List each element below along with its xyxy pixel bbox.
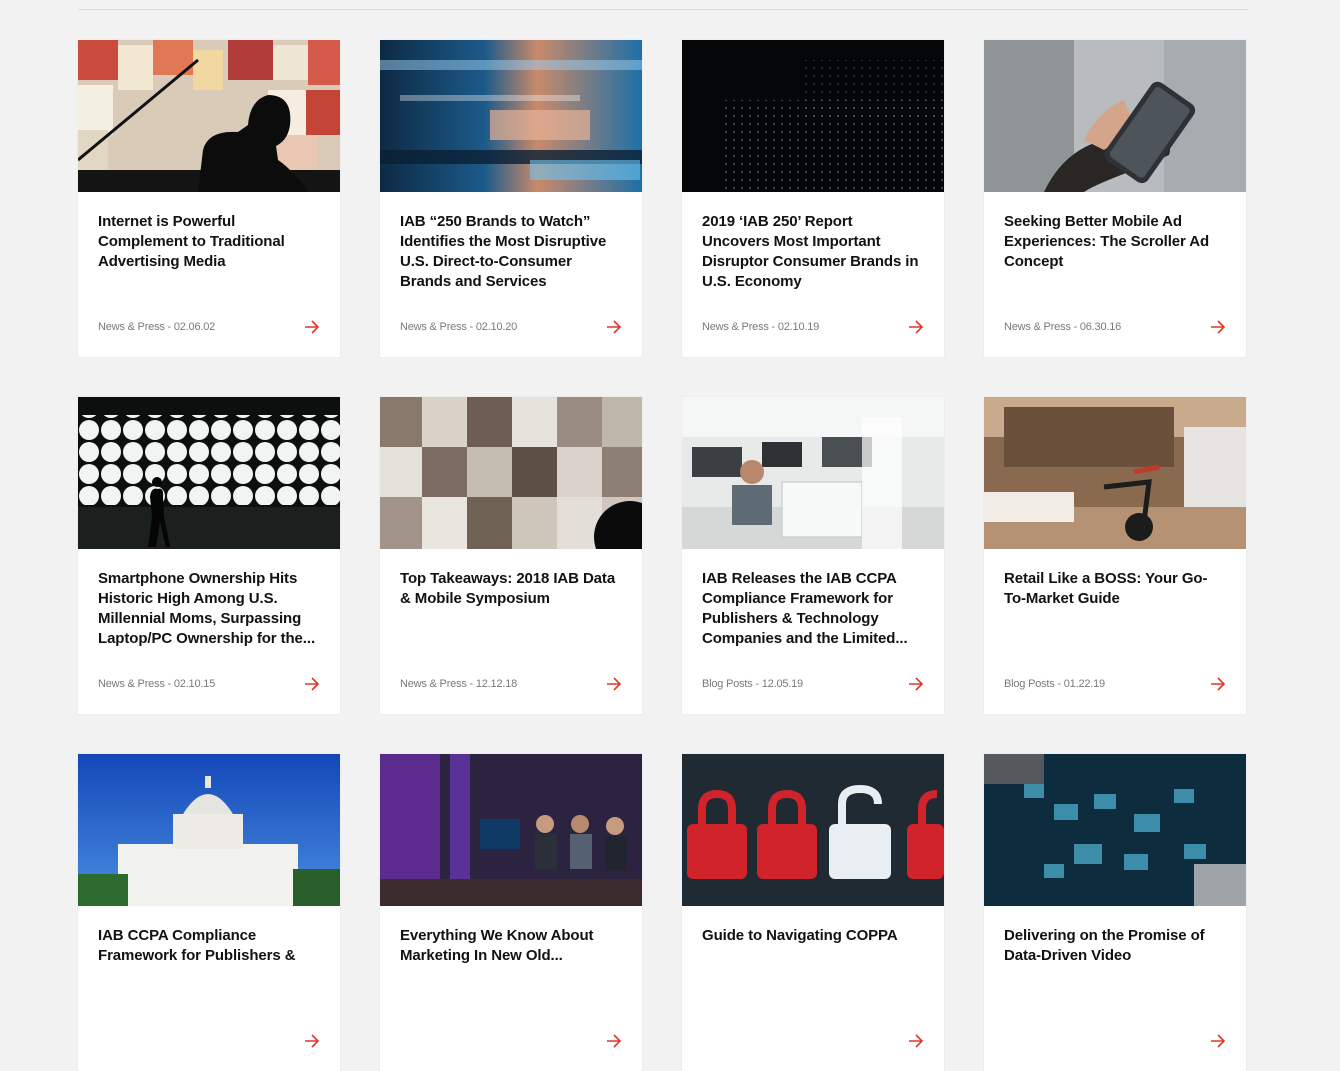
card-category-date: News & Press - 02.10.15 [98,678,216,690]
article-card[interactable]: IAB Releases the IAB CCPA Compliance Fra… [682,397,944,714]
arrow-right-icon[interactable] [908,1034,924,1048]
arrow-right-icon[interactable] [606,677,622,691]
article-card[interactable]: Smartphone Ownership Hits Historic High … [78,397,340,714]
arrow-right-icon[interactable] [304,677,320,691]
card-title[interactable]: Delivering on the Promise of Data-Driven… [984,926,1246,966]
card-category-date: News & Press - 02.06.02 [98,321,216,333]
card-meta [1004,1034,1226,1048]
padlocks-image[interactable] [682,754,944,906]
card-title[interactable]: IAB CCPA Compliance Framework for Publis… [78,926,340,966]
card-meta: News & Press - 02.06.02 [98,320,320,334]
dark-dots-image[interactable] [682,40,944,192]
card-meta: News & Press - 12.12.18 [400,677,622,691]
card-meta: News & Press - 02.10.15 [98,677,320,691]
card-meta: News & Press - 06.30.16 [1004,320,1226,334]
card-title[interactable]: IAB Releases the IAB CCPA Compliance Fra… [682,569,944,649]
silhouette-posters-image[interactable] [78,40,340,192]
article-card[interactable]: 2019 ‘IAB 250’ Report Uncovers Most Impo… [682,40,944,357]
card-title[interactable]: Top Takeaways: 2018 IAB Data & Mobile Sy… [380,569,642,609]
collage-image[interactable] [380,397,642,549]
card-category-date: News & Press - 12.12.18 [400,678,518,690]
article-card[interactable]: Guide to Navigating COPPA [682,754,944,1071]
card-title[interactable]: Guide to Navigating COPPA [682,926,944,946]
store-bike-image[interactable] [984,397,1246,549]
lights-walker-image[interactable] [78,397,340,549]
card-title[interactable]: Everything We Know About Marketing In Ne… [380,926,642,966]
office-image[interactable] [682,397,944,549]
card-title[interactable]: Smartphone Ownership Hits Historic High … [78,569,340,649]
article-card[interactable]: Internet is Powerful Complement to Tradi… [78,40,340,357]
data-screens-image[interactable] [984,754,1246,906]
arrow-right-icon[interactable] [304,1034,320,1048]
arrow-right-icon[interactable] [1210,320,1226,334]
card-category-date: News & Press - 02.10.19 [702,321,820,333]
motion-blur-image[interactable] [380,40,642,192]
article-card[interactable]: Delivering on the Promise of Data-Driven… [984,754,1246,1071]
card-title[interactable]: 2019 ‘IAB 250’ Report Uncovers Most Impo… [682,212,944,292]
card-meta [400,1034,622,1048]
card-meta: Blog Posts - 12.05.19 [702,677,924,691]
article-card[interactable]: Seeking Better Mobile Ad Experiences: Th… [984,40,1246,357]
card-meta: News & Press - 02.10.19 [702,320,924,334]
card-meta: Blog Posts - 01.22.19 [1004,677,1226,691]
article-card[interactable]: IAB “250 Brands to Watch” Identifies the… [380,40,642,357]
arrow-right-icon[interactable] [304,320,320,334]
card-category-date: News & Press - 02.10.20 [400,321,518,333]
arrow-right-icon[interactable] [1210,1034,1226,1048]
article-card[interactable]: Top Takeaways: 2018 IAB Data & Mobile Sy… [380,397,642,714]
top-divider [78,9,1248,10]
arrow-right-icon[interactable] [606,320,622,334]
arrow-right-icon[interactable] [606,1034,622,1048]
card-category-date: Blog Posts - 12.05.19 [702,678,803,690]
card-title[interactable]: Internet is Powerful Complement to Tradi… [78,212,340,272]
card-meta [98,1034,320,1048]
card-title[interactable]: Seeking Better Mobile Ad Experiences: Th… [984,212,1246,272]
card-title[interactable]: IAB “250 Brands to Watch” Identifies the… [380,212,642,292]
card-category-date: News & Press - 06.30.16 [1004,321,1122,333]
card-meta [702,1034,924,1048]
arrow-right-icon[interactable] [908,677,924,691]
card-title[interactable]: Retail Like a BOSS: Your Go-To-Market Gu… [984,569,1246,609]
arrow-right-icon[interactable] [1210,677,1226,691]
capitol-image[interactable] [78,754,340,906]
hand-phone-image[interactable] [984,40,1246,192]
arrow-right-icon[interactable] [908,320,924,334]
article-grid: Internet is Powerful Complement to Tradi… [78,40,1248,1071]
stage-panel-image[interactable] [380,754,642,906]
article-card[interactable]: Retail Like a BOSS: Your Go-To-Market Gu… [984,397,1246,714]
card-category-date: Blog Posts - 01.22.19 [1004,678,1105,690]
card-meta: News & Press - 02.10.20 [400,320,622,334]
article-card[interactable]: Everything We Know About Marketing In Ne… [380,754,642,1071]
article-card[interactable]: IAB CCPA Compliance Framework for Publis… [78,754,340,1071]
